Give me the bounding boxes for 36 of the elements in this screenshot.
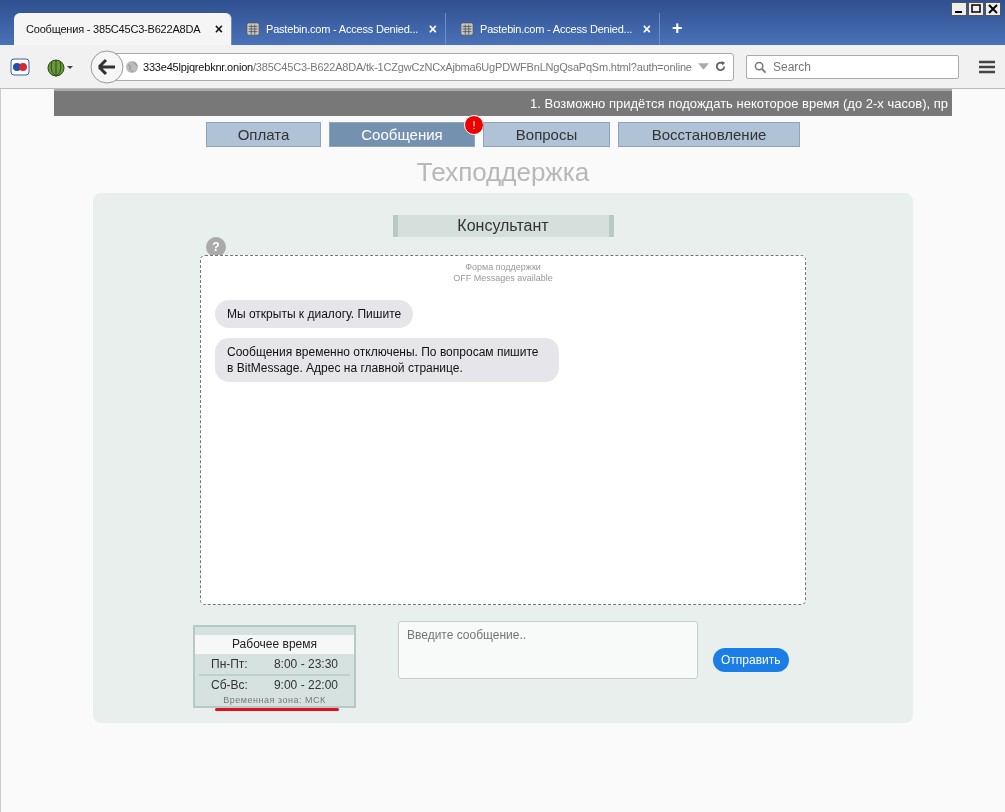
nav-tab[interactable]: Восстановление: [618, 122, 800, 147]
maximize-icon[interactable]: [968, 2, 984, 16]
menu-icon[interactable]: [979, 59, 995, 74]
hours-value: 9:00 - 22:00: [273, 678, 338, 693]
chat-message: Сообщения временно отключены. По вопросам пишите в BitMessage. Адрес на главной странице.: [215, 338, 559, 382]
close-icon[interactable]: ×: [214, 21, 223, 37]
chat-message: Мы открыты к диалогу. Пишите: [215, 300, 414, 328]
days-label: Сб-Вс:: [211, 678, 248, 693]
close-icon[interactable]: ×: [428, 21, 437, 37]
browser-tab[interactable]: Сообщения - 385C45C3-B622A8DA ×: [14, 13, 232, 45]
timezone-label: Временная зона: МСК: [222, 695, 327, 706]
days-label: Пн-Пт:: [211, 656, 248, 671]
search-icon: [754, 60, 767, 74]
globe-icon: [125, 59, 139, 74]
send-button[interactable]: Отправить: [713, 648, 789, 672]
reload-icon[interactable]: [714, 60, 727, 73]
minimize-icon[interactable]: [951, 2, 967, 16]
hours-title: Рабочее время: [195, 635, 354, 654]
new-tab-button[interactable]: +: [662, 18, 693, 45]
page-heading: Техподдержка: [416, 157, 590, 189]
page-icon: [460, 22, 474, 36]
notice-text: 1. Возможно придётся подождать некоторое время (до 2-х часов), пр: [530, 96, 948, 111]
message-field[interactable]: Введите сообщение..: [398, 621, 698, 679]
close-icon[interactable]: ×: [642, 21, 651, 37]
nav-tab[interactable]: Вопросы: [483, 122, 610, 147]
form-title: Форма поддержки: [465, 262, 541, 273]
nav-tab[interactable]: Оплата: [206, 122, 321, 147]
back-icon[interactable]: [90, 49, 124, 84]
search-field[interactable]: Search: [746, 54, 959, 79]
hours-value: 8:00 - 23:30: [273, 656, 338, 671]
extension-icon[interactable]: [10, 56, 30, 77]
form-status: OFF Messages available: [453, 273, 553, 284]
close-icon[interactable]: [985, 2, 1001, 16]
consultant-header: Консультант: [392, 215, 614, 237]
alert-badge: !: [464, 115, 484, 135]
page-icon: [246, 22, 260, 36]
